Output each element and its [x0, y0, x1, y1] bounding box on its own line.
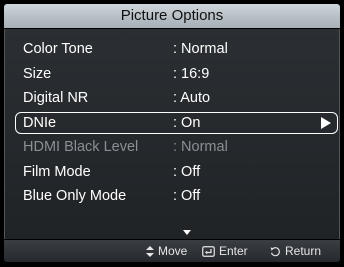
picture-options-osd: Picture Options Color Tone : Normal Size… [0, 0, 344, 267]
menu-item-value: : Normal [173, 139, 228, 155]
move-hint: Move [146, 240, 187, 262]
menu-panel: Color Tone : Normal Size : 16:9 Digital … [4, 29, 340, 239]
menu-item-dnie[interactable]: DNIe : On [5, 111, 339, 137]
menu-item-value: : Off [173, 163, 201, 180]
scroll-down-icon[interactable] [183, 230, 191, 235]
menu-item-label: Color Tone [23, 41, 93, 57]
menu-item-film-mode[interactable]: Film Mode : Off [5, 161, 339, 186]
menu-item-label: Blue Only Mode [23, 188, 127, 204]
return-hint: Return [270, 240, 321, 262]
menu-list: Color Tone : Normal Size : 16:9 Digital … [5, 38, 339, 210]
menu-item-label: Digital NR [23, 90, 89, 106]
return-label: Return [285, 244, 322, 258]
menu-item-value: : 16:9 [173, 65, 210, 82]
arrow-right-icon [321, 116, 331, 129]
menu-item-label: DNIe [23, 114, 57, 131]
menu-item-value: : Normal [173, 41, 228, 57]
menu-item-value: : Off [173, 188, 201, 204]
menu-item-size[interactable]: Size : 16:9 [5, 63, 339, 88]
menu-item-label: Size [23, 65, 52, 82]
enter-hint: Enter [202, 240, 248, 262]
move-label: Move [158, 244, 188, 258]
enter-icon [202, 245, 215, 257]
menu-item-label: HDMI Black Level [23, 139, 139, 155]
menu-item-label: Film Mode [23, 163, 91, 180]
menu-item-hdmi-black-level: HDMI Black Level : Normal [5, 136, 339, 161]
menu-item-value: : Auto [173, 90, 211, 106]
return-icon [270, 246, 280, 256]
menu-item-digital-nr[interactable]: Digital NR : Auto [5, 87, 339, 112]
menu-item-value: : On [173, 114, 201, 131]
menu-item-blue-only-mode[interactable]: Blue Only Mode : Off [5, 185, 339, 210]
menu-title: Picture Options [4, 4, 340, 28]
enter-label: Enter [219, 244, 248, 258]
footer-hints: Move Enter Return [4, 240, 340, 262]
menu-item-color-tone[interactable]: Color Tone : Normal [5, 38, 339, 63]
updown-arrows-icon [146, 245, 154, 257]
